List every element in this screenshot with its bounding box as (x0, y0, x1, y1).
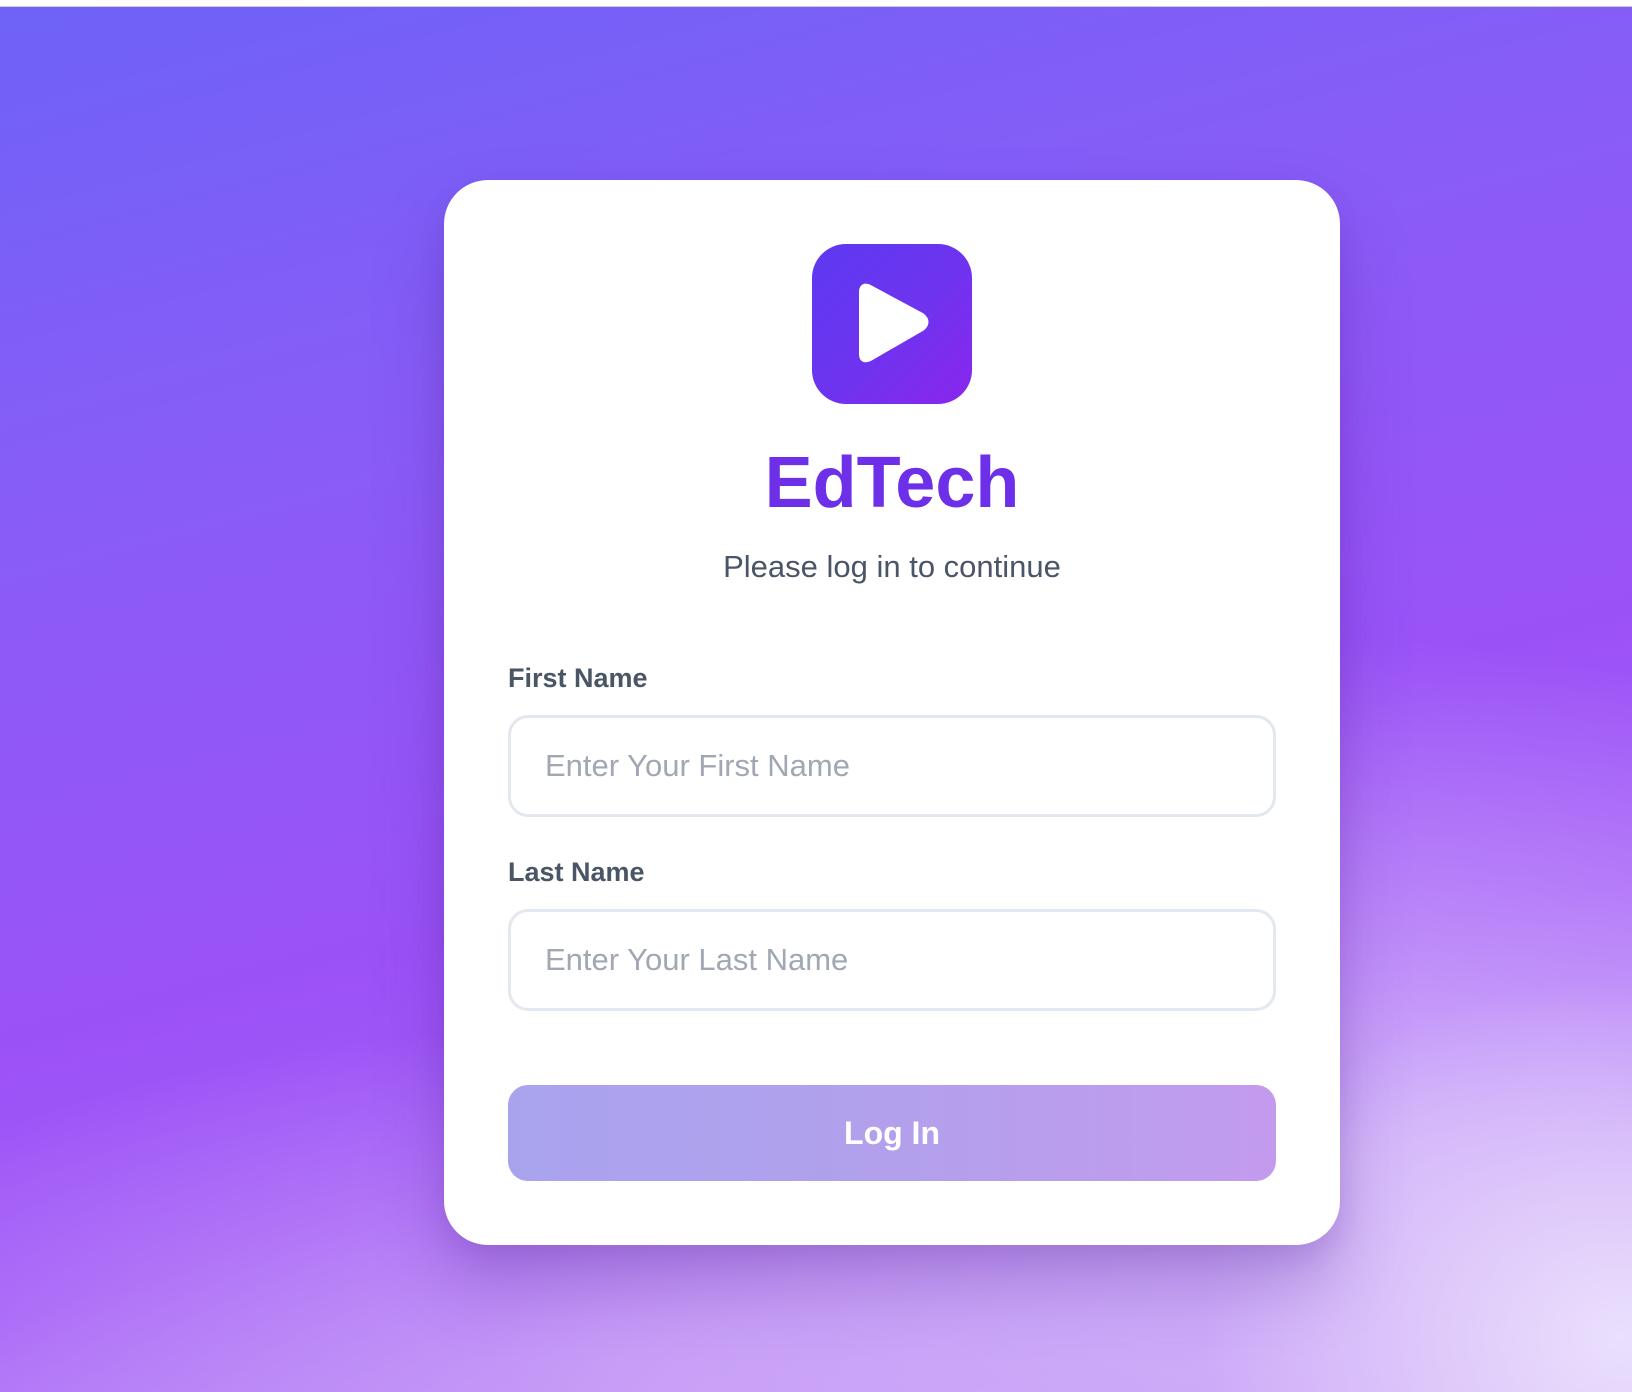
first-name-input[interactable] (508, 715, 1276, 817)
first-name-label: First Name (508, 663, 648, 693)
app-logo (812, 244, 972, 404)
last-name-label: Last Name (508, 857, 645, 887)
login-button[interactable]: Log In (508, 1085, 1276, 1181)
login-page: EdTech Please log in to continue First N… (0, 0, 1632, 1392)
last-name-input[interactable] (508, 909, 1276, 1011)
login-card: EdTech Please log in to continue First N… (444, 180, 1340, 1245)
login-subtitle: Please log in to continue (723, 549, 1061, 584)
app-title: EdTech (764, 443, 1020, 523)
play-icon (854, 282, 930, 366)
browser-top-edge (0, 0, 1632, 7)
